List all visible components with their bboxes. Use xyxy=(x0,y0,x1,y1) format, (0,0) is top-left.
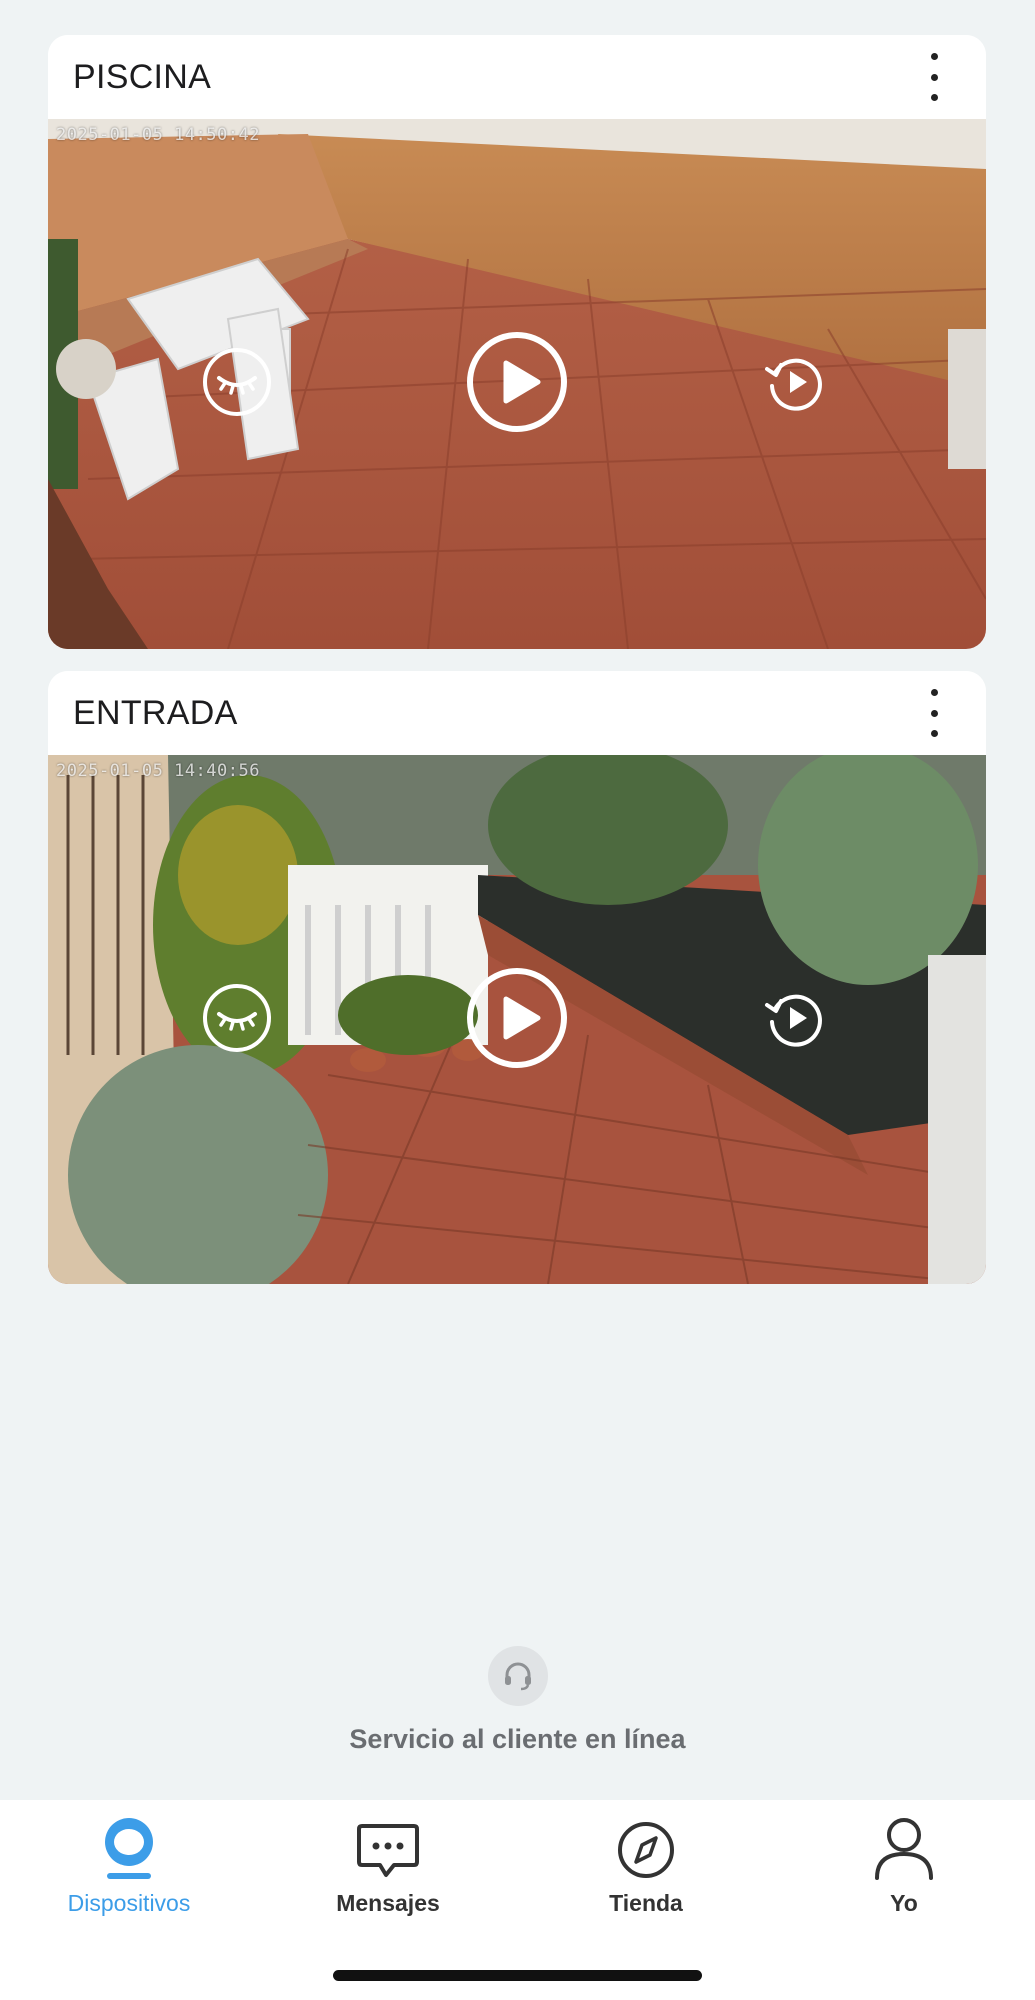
replay-icon xyxy=(765,358,822,411)
dot-icon xyxy=(930,53,938,60)
headset-icon xyxy=(487,1646,548,1706)
playback-button[interactable] xyxy=(761,347,831,417)
more-options-button[interactable] xyxy=(922,687,946,739)
camera-card-header: ENTRADA xyxy=(48,671,986,755)
more-options-button[interactable] xyxy=(922,51,946,103)
message-icon xyxy=(357,1824,419,1877)
camera-card-header: PISCINA xyxy=(48,35,986,119)
tab-label: Tienda xyxy=(609,1890,683,1916)
camera-card-piscina[interactable]: PISCINA 2025-01-05 14:50:42 xyxy=(48,35,986,649)
tab-yo[interactable]: Yo xyxy=(804,1810,1004,1917)
camera-name: ENTRADA xyxy=(73,693,238,732)
home-indicator xyxy=(333,1970,702,1981)
camera-timestamp: 2025-01-05 14:50:42 xyxy=(56,125,260,145)
camera-card-entrada[interactable]: ENTRADA 2025-01-05 14:40:56 xyxy=(48,671,986,1284)
camera-preview[interactable]: 2025-01-05 14:40:56 xyxy=(48,755,986,1284)
devices-icon xyxy=(105,1818,153,1879)
tab-label: Yo xyxy=(890,1890,918,1916)
tab-label: Mensajes xyxy=(336,1890,440,1916)
tab-dispositivos[interactable]: Dispositivos xyxy=(29,1810,229,1917)
play-icon xyxy=(467,968,567,1068)
person-icon xyxy=(875,1818,933,1880)
dot-icon xyxy=(930,94,938,101)
play-button[interactable] xyxy=(465,966,569,1070)
play-button[interactable] xyxy=(465,330,569,434)
privacy-toggle-button[interactable] xyxy=(202,983,272,1053)
tab-mensajes[interactable]: Mensajes xyxy=(288,1810,488,1917)
compass-icon xyxy=(618,1822,674,1878)
customer-service-label: Servicio al cliente en línea xyxy=(349,1724,686,1754)
online-customer-service[interactable]: Servicio al cliente en línea xyxy=(0,1646,1035,1755)
privacy-toggle-button[interactable] xyxy=(202,347,272,417)
replay-icon xyxy=(765,994,822,1047)
playback-button[interactable] xyxy=(761,983,831,1053)
camera-timestamp: 2025-01-05 14:40:56 xyxy=(56,761,260,781)
dot-icon xyxy=(930,689,938,696)
tab-tienda[interactable]: Tienda xyxy=(546,1810,746,1917)
dot-icon xyxy=(930,709,938,717)
devices-screen: PISCINA 2025-01-05 14:50:42 ENTRADA 2025… xyxy=(0,0,1035,2000)
closed-eye-icon xyxy=(203,348,271,416)
camera-preview[interactable]: 2025-01-05 14:50:42 xyxy=(48,119,986,649)
dot-icon xyxy=(930,73,938,81)
tab-label: Dispositivos xyxy=(67,1890,191,1916)
closed-eye-icon xyxy=(203,984,271,1052)
camera-name: PISCINA xyxy=(73,57,212,96)
dot-icon xyxy=(930,730,938,737)
play-icon xyxy=(467,332,567,432)
